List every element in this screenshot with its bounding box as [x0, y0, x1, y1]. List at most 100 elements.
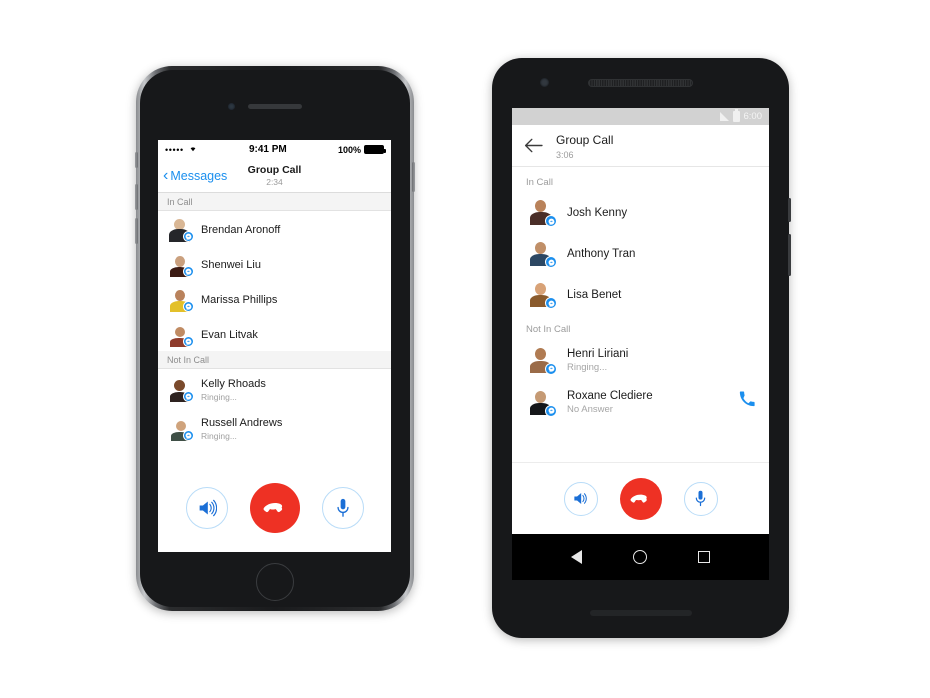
list-item[interactable]: Brendan Aronoff: [158, 211, 391, 246]
call-back-icon: [739, 390, 755, 406]
iphone-volume-down-button[interactable]: [135, 218, 138, 244]
messenger-badge-icon: [545, 256, 557, 268]
contact-name: Marissa Phillips: [201, 293, 278, 306]
back-to-messages-button[interactable]: ‹ Messages: [158, 166, 228, 184]
messenger-badge-icon: [545, 215, 557, 227]
iphone-silent-switch[interactable]: [135, 152, 138, 168]
speaker-icon: [199, 499, 217, 517]
section-header-in-call: In Call: [526, 177, 553, 188]
avatar: [526, 238, 557, 268]
avatar: [167, 216, 194, 242]
contact-name: Lisa Benet: [567, 288, 622, 301]
list-item[interactable]: Shenwei Liu: [158, 246, 391, 281]
section-header-not-in-call: Not In Call: [158, 351, 391, 369]
contact-status: Ringing...: [201, 431, 237, 441]
messenger-badge-icon: [183, 336, 194, 347]
speaker-button[interactable]: [185, 487, 228, 529]
android-power-button[interactable]: [788, 198, 791, 222]
microphone-icon: [336, 498, 349, 517]
back-label: Messages: [170, 168, 228, 183]
android-navigation-bar: [512, 534, 769, 580]
wifi-icon: [188, 144, 198, 155]
iphone-screen: ••••• 9:41 PM 100% ‹ Messages Group Call…: [158, 140, 391, 552]
speaker-button[interactable]: [563, 481, 598, 516]
microphone-icon: [695, 490, 706, 507]
contact-status: No Answer: [567, 404, 613, 415]
list-item[interactable]: Henri Liriani Ringing...: [512, 338, 769, 380]
avatar: [167, 251, 194, 277]
android-clock: 6:00: [743, 111, 763, 122]
ios-battery-indicator: 100%: [337, 144, 386, 155]
section-header-in-call: In Call: [158, 193, 391, 211]
contact-name: Brendan Aronoff: [201, 223, 281, 236]
ios-nav-bar: ‹ Messages Group Call 2:34: [158, 159, 391, 193]
speaker-icon: [574, 493, 587, 504]
android-call-controls: [512, 462, 769, 534]
messenger-badge-icon: [183, 391, 194, 402]
avatar: [167, 415, 194, 441]
list-item[interactable]: Russell Andrews Ringing...: [158, 408, 391, 447]
call-back-button[interactable]: [739, 390, 755, 412]
call-duration: 3:06: [556, 149, 574, 160]
signal-bars-icon: [719, 112, 729, 121]
contact-name: Evan Litvak: [201, 328, 258, 341]
iphone-home-button[interactable]: [256, 563, 294, 601]
android-app-bar: Group Call 3:06: [512, 125, 769, 167]
iphone-device: ••••• 9:41 PM 100% ‹ Messages Group Call…: [135, 66, 415, 611]
ios-status-bar: ••••• 9:41 PM 100%: [158, 140, 391, 159]
hangup-phone-icon: [263, 503, 282, 513]
back-button[interactable]: [524, 138, 546, 153]
signal-dots-icon: •••••: [165, 144, 184, 155]
messenger-badge-icon: [545, 297, 557, 309]
list-item[interactable]: Josh Kenny: [512, 191, 769, 232]
contact-name: Roxane Clediere: [567, 390, 653, 402]
avatar: [526, 387, 557, 417]
nav-home-circle-icon[interactable]: [632, 550, 647, 564]
android-screen: 6:00 Group Call 3:06 In Call Josh Kenny …: [512, 108, 769, 580]
ios-clock: 9:41 PM: [248, 144, 287, 155]
avatar: [167, 321, 194, 347]
hangup-button[interactable]: [619, 477, 662, 520]
avatar: [526, 345, 557, 375]
iphone-power-button[interactable]: [412, 162, 415, 192]
list-item[interactable]: Lisa Benet: [512, 273, 769, 314]
avatar: [526, 197, 557, 227]
avatar: [167, 286, 194, 312]
list-item[interactable]: Marissa Phillips: [158, 281, 391, 316]
chevron-left-icon: ‹: [163, 166, 169, 184]
messenger-badge-icon: [183, 266, 194, 277]
battery-full-icon: [364, 145, 386, 154]
nav-back-triangle-icon[interactable]: [571, 550, 583, 564]
list-item[interactable]: Roxane Clediere No Answer: [512, 380, 769, 422]
section-header-not-in-call: Not In Call: [526, 324, 571, 335]
android-earpiece-speaker: [588, 79, 693, 87]
battery-percent-label: 100%: [337, 144, 361, 155]
arrow-left-icon: [524, 138, 543, 153]
hangup-button[interactable]: [249, 483, 300, 533]
hangup-phone-icon: [630, 494, 647, 503]
app-bar-title-block: Group Call 3:06: [556, 131, 613, 161]
avatar: [526, 279, 557, 309]
list-item[interactable]: Kelly Rhoads Ringing...: [158, 369, 391, 408]
ios-call-controls: [158, 464, 391, 552]
messenger-badge-icon: [183, 301, 194, 312]
android-bottom-speaker: [589, 610, 692, 616]
contact-name: Kelly Rhoads: [201, 378, 266, 390]
android-volume-button[interactable]: [788, 234, 791, 276]
list-item[interactable]: Anthony Tran: [512, 232, 769, 273]
messenger-badge-icon: [545, 362, 557, 375]
contact-name: Josh Kenny: [567, 206, 628, 219]
android-front-camera: [540, 78, 549, 87]
avatar: [167, 376, 194, 402]
battery-icon: [732, 109, 740, 122]
list-item[interactable]: Evan Litvak: [158, 316, 391, 351]
iphone-front-camera: [228, 103, 235, 110]
iphone-volume-up-button[interactable]: [135, 184, 138, 210]
contact-name: Anthony Tran: [567, 247, 636, 260]
mute-button[interactable]: [683, 481, 718, 516]
nav-recents-square-icon[interactable]: [697, 551, 710, 563]
mute-button[interactable]: [321, 487, 364, 529]
android-device: 6:00 Group Call 3:06 In Call Josh Kenny …: [492, 58, 791, 638]
messenger-badge-icon: [545, 404, 557, 417]
contact-name: Shenwei Liu: [201, 258, 261, 271]
